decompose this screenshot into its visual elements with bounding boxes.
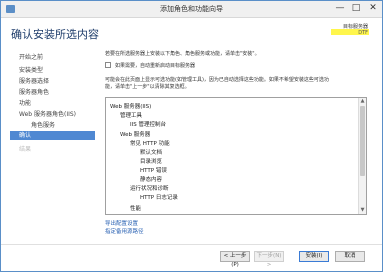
restart-checkbox[interactable] [105, 62, 111, 68]
list-item: 管理工具 [120, 113, 143, 119]
minimize-icon[interactable]: — [332, 1, 348, 15]
instruction-text: 若要在所选服务器上安装以下角色、角色服务或功能，请单击"安装"。 [105, 51, 260, 57]
install-button[interactable]: 安装(I) [299, 251, 329, 262]
sidebar-item-role-services[interactable]: 角色服务 [31, 120, 55, 129]
list-item: Web 服务器(IIS) [110, 104, 152, 110]
sidebar-item-server-selection[interactable]: 服务器选择 [19, 76, 49, 85]
scroll-up-icon[interactable]: ▲ [359, 98, 366, 105]
list-item: IIS 管理控制台 [130, 122, 166, 128]
list-scrollbar[interactable]: ▲ ▼ [358, 98, 366, 214]
list-item: 默认文档 [140, 150, 163, 156]
sidebar-item-web-server-role[interactable]: Web 服务器角色(IIS) [19, 109, 76, 118]
optional-features-note-line1: 可能会在此页面上显示可选功能(如管理工具)，因为已自动选择这些功能。如果不希望安… [105, 77, 329, 83]
title-bar[interactable]: 添加角色和功能向导 — □ ✕ [1, 1, 382, 18]
previous-button[interactable]: < 上一步(P) [220, 251, 250, 268]
maximize-icon[interactable]: □ [348, 1, 364, 15]
wizard-window: 添加角色和功能向导 — □ ✕ 确认安装所选内容 目标服务器 DTF 开始之前 … [0, 0, 383, 272]
sidebar-item-installation-type[interactable]: 安装类型 [19, 65, 43, 74]
list-item: 运行状况和诊断 [130, 186, 169, 192]
cancel-button[interactable]: 取消 [335, 251, 365, 262]
scroll-thumb[interactable] [360, 106, 365, 176]
alternate-source-link[interactable]: 指定备用源路径 [105, 227, 144, 235]
close-icon[interactable]: ✕ [364, 1, 382, 15]
restart-checkbox-label[interactable]: 如果需要，自动重新启动目标服务器 [115, 62, 195, 69]
sidebar-item-before-you-begin[interactable]: 开始之前 [19, 52, 43, 61]
page-title: 确认安装所选内容 [11, 28, 99, 41]
list-item: HTTP 错误 [140, 168, 167, 174]
optional-features-note-line2: 能，请单击"上一步"以清除其复选框。 [105, 84, 190, 90]
next-button[interactable]: 下一步(N) > [254, 251, 284, 268]
list-item: 目录浏览 [140, 159, 163, 165]
sidebar-item-server-roles[interactable]: 服务器角色 [19, 87, 49, 96]
scroll-down-icon[interactable]: ▼ [359, 207, 366, 214]
destination-server-label: 目标服务器 [342, 24, 368, 30]
sidebar-item-confirmation[interactable]: 确认 [10, 131, 95, 140]
list-item: Web 服务器 [120, 132, 151, 138]
list-item: 性能 [130, 206, 142, 212]
selected-features-list[interactable]: Web 服务器(IIS) 管理工具 IIS 管理控制台 Web 服务器 常见 H… [105, 97, 367, 215]
export-settings-link[interactable]: 导出配置设置 [105, 219, 138, 227]
window-title: 添加角色和功能向导 [160, 5, 223, 13]
sidebar-item-results: 结果 [19, 146, 32, 153]
list-item: HTTP 日志记录 [140, 195, 178, 201]
list-item: 常见 HTTP 功能 [130, 141, 170, 147]
footer-divider [1, 244, 382, 245]
destination-server-value: DTF [358, 30, 368, 36]
list-item: 静态内容 [140, 177, 163, 183]
sidebar-item-features[interactable]: 功能 [19, 98, 31, 107]
